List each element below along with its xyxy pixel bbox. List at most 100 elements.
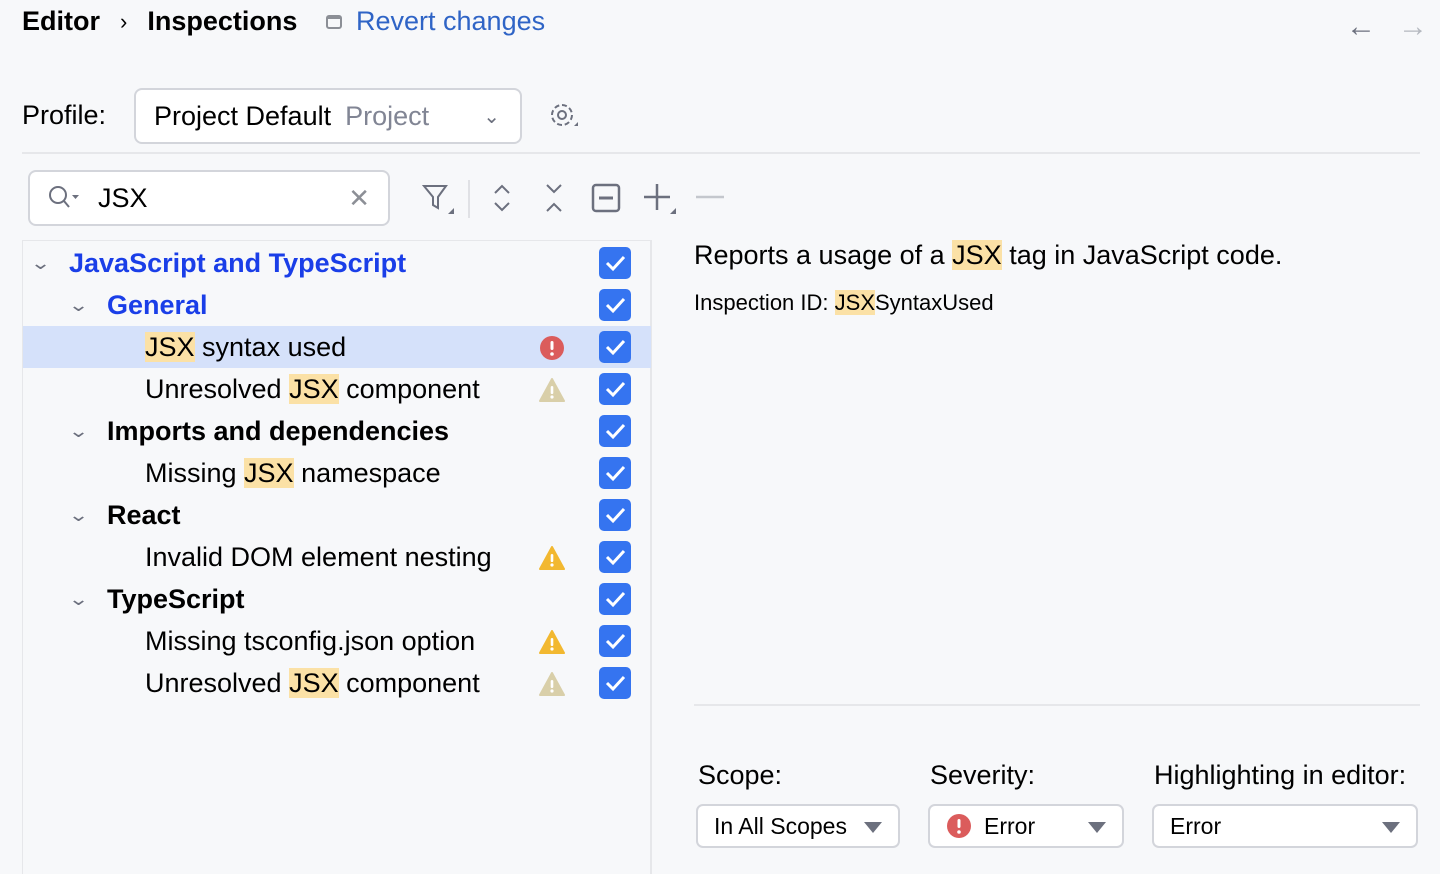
chevron-down-icon[interactable]: ⌄ — [68, 421, 89, 442]
label-text: General — [107, 290, 208, 320]
label-text: syntax used — [195, 332, 347, 362]
desc-highlight: JSX — [952, 240, 1002, 270]
label-text: React — [107, 500, 181, 530]
severity-dropdown[interactable]: Error — [928, 804, 1124, 848]
inspection-id-label: Inspection ID: — [694, 290, 835, 315]
tree-row[interactable]: Unresolved JSX component — [23, 662, 651, 704]
tree-row-label: React — [107, 500, 181, 531]
inspection-tree[interactable]: ⌄ JavaScript and TypeScript ⌄ General JSX sy… — [22, 240, 652, 874]
label-text: component — [339, 668, 480, 698]
enabled-checkbox[interactable] — [599, 499, 631, 531]
tree-row-label: General — [107, 290, 208, 321]
scope-label: Scope: — [698, 760, 782, 791]
reset-icon[interactable] — [588, 180, 624, 216]
clear-icon[interactable]: ✕ — [348, 183, 370, 214]
weak-warning-icon — [539, 377, 565, 403]
severity-label: Severity: — [930, 760, 1035, 791]
tree-row[interactable]: ⌄ Imports and dependencies — [23, 410, 651, 452]
chevron-down-icon[interactable]: ⌄ — [68, 589, 89, 610]
search-highlight: JSX — [244, 458, 294, 488]
severity-value: Error — [984, 813, 1035, 840]
expand-all-icon[interactable] — [484, 180, 520, 216]
search-highlight: JSX — [289, 374, 339, 404]
dropdown-arrow-icon — [1382, 822, 1400, 833]
remove-icon[interactable] — [692, 180, 728, 216]
profile-scope: Project — [345, 101, 429, 132]
divider — [22, 152, 1420, 154]
profile-name: Project Default — [154, 101, 331, 132]
tree-row[interactable]: Missing tsconfig.json option — [23, 620, 651, 662]
enabled-checkbox[interactable] — [599, 667, 631, 699]
inspection-id-rest: SyntaxUsed — [875, 290, 994, 315]
label-text: Missing — [145, 458, 244, 488]
highlighting-value: Error — [1170, 813, 1221, 840]
breadcrumb-editor[interactable]: Editor — [22, 6, 100, 37]
tree-row-label: Unresolved JSX component — [145, 374, 480, 405]
tree-row-label: JavaScript and TypeScript — [69, 248, 406, 279]
scope-dropdown[interactable]: In All Scopes — [696, 804, 900, 848]
enabled-checkbox[interactable] — [599, 457, 631, 489]
tree-row[interactable]: Invalid DOM element nesting — [23, 536, 651, 578]
tree-row[interactable]: ⌄ TypeScript — [23, 578, 651, 620]
desc-text: Reports a usage of a — [694, 240, 952, 270]
divider — [694, 704, 1420, 706]
weak-warning-icon — [539, 671, 565, 697]
tree-row[interactable]: ⌄ General — [23, 284, 651, 326]
inspection-id: Inspection ID: JSXSyntaxUsed — [694, 290, 994, 316]
search-highlight: JSX — [289, 668, 339, 698]
label-text: Imports and dependencies — [107, 416, 449, 446]
tree-row-label: Missing tsconfig.json option — [145, 626, 475, 657]
enabled-checkbox[interactable] — [599, 415, 631, 447]
tree-row[interactable]: JSX syntax used — [23, 326, 651, 368]
search-value: JSX — [98, 183, 148, 214]
search-highlight: JSX — [145, 332, 195, 362]
search-icon — [48, 185, 80, 211]
label-text: TypeScript — [107, 584, 245, 614]
chevron-down-icon[interactable]: ⌄ — [30, 253, 51, 274]
chevron-down-icon: ⌄ — [483, 104, 500, 129]
tree-row-label: Imports and dependencies — [107, 416, 449, 447]
chevron-down-icon[interactable]: ⌄ — [68, 505, 89, 526]
tree-row[interactable]: Missing JSX namespace — [23, 452, 651, 494]
dropdown-arrow-icon — [1088, 822, 1106, 833]
revert-label: Revert changes — [356, 6, 545, 37]
tree-row[interactable]: ⌄ JavaScript and TypeScript — [23, 242, 651, 284]
error-icon — [946, 813, 972, 839]
add-icon[interactable] — [640, 180, 676, 216]
tree-row-label: TypeScript — [107, 584, 245, 615]
back-arrow-icon[interactable]: ← — [1346, 10, 1376, 44]
tree-row[interactable]: Unresolved JSX component — [23, 368, 651, 410]
enabled-checkbox[interactable] — [599, 625, 631, 657]
enabled-checkbox[interactable] — [599, 583, 631, 615]
breadcrumb: Editor › Inspections — [22, 6, 297, 37]
enabled-checkbox[interactable] — [599, 247, 631, 279]
label-text: component — [339, 374, 480, 404]
tree-row-label: Invalid DOM element nesting — [145, 542, 492, 573]
forward-arrow-icon[interactable]: → — [1398, 10, 1428, 44]
tree-row-label: Missing JSX namespace — [145, 458, 441, 489]
toolbar-separator — [468, 180, 470, 218]
label-text: namespace — [294, 458, 441, 488]
enabled-checkbox[interactable] — [599, 289, 631, 321]
enabled-checkbox[interactable] — [599, 541, 631, 573]
gear-icon[interactable] — [548, 100, 578, 130]
desc-text: tag in JavaScript code. — [1002, 240, 1283, 270]
window-icon — [326, 15, 342, 29]
tree-row-label: JSX syntax used — [145, 332, 346, 363]
enabled-checkbox[interactable] — [599, 373, 631, 405]
chevron-down-icon[interactable]: ⌄ — [68, 295, 89, 316]
collapse-all-icon[interactable] — [536, 180, 572, 216]
warning-icon — [539, 545, 565, 571]
tree-row[interactable]: ⌄ React — [23, 494, 651, 536]
search-input[interactable]: JSX ✕ — [28, 170, 390, 226]
revert-changes-link[interactable]: Revert changes — [326, 6, 545, 37]
highlighting-dropdown[interactable]: Error — [1152, 804, 1418, 848]
enabled-checkbox[interactable] — [599, 331, 631, 363]
label-text: Unresolved — [145, 668, 289, 698]
filter-icon[interactable] — [420, 180, 456, 216]
scope-value: In All Scopes — [714, 813, 847, 840]
breadcrumb-inspections: Inspections — [147, 6, 297, 37]
profile-dropdown[interactable]: Project Default Project ⌄ — [134, 88, 522, 144]
warning-icon — [539, 629, 565, 655]
profile-label: Profile: — [22, 100, 106, 131]
